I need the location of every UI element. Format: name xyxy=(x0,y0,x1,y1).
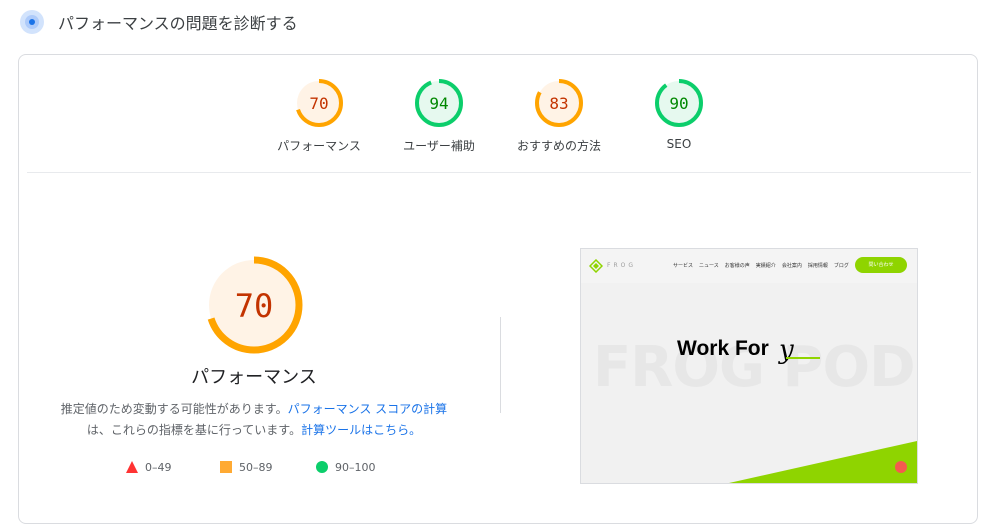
screenshot-navbar: FROG サービス ニュース お客様の声 実績紹介 会社案内 採用情報 ブログ 問い合わせ xyxy=(581,249,917,283)
performance-title: パフォーマンス xyxy=(191,367,317,388)
gauge-accessibility-ring: 94 xyxy=(415,79,463,127)
gauge-accessibility-label: ユーザー補助 xyxy=(403,139,475,153)
screenshot-badge-icon xyxy=(895,461,907,473)
gauge-best-practices-label: おすすめの方法 xyxy=(516,139,601,153)
page-title: パフォーマンスの問題を診断する xyxy=(58,14,298,33)
legend-fail-range: 0–49 xyxy=(145,461,172,474)
gauge-performance[interactable]: 70 パフォーマンス xyxy=(254,77,384,154)
gauge-seo-score: 90 xyxy=(669,94,688,113)
gauge-performance-ring: 70 xyxy=(295,79,343,127)
performance-gauge: 70 xyxy=(205,256,303,354)
gauge-seo[interactable]: 90 SEO xyxy=(614,77,744,151)
screenshot-brand: FROG xyxy=(607,262,636,269)
performance-summary: 70 パフォーマンス 推定値のため変動する可能性があります。パフォーマンス スコ… xyxy=(49,255,459,441)
performance-description: 推定値のため変動する可能性があります。パフォーマンス スコアの計算 は、これらの… xyxy=(49,399,459,441)
screenshot-hero-underline xyxy=(786,357,820,359)
legend-average-range: 50–89 xyxy=(239,461,273,474)
gauge-seo-label: SEO xyxy=(666,137,692,151)
score-calculation-link[interactable]: パフォーマンス スコアの計算 xyxy=(288,402,448,416)
vertical-separator xyxy=(500,317,501,413)
screenshot-green-wedge xyxy=(729,441,917,483)
triangle-icon xyxy=(126,461,138,473)
screenshot-hero-text: Work For xyxy=(677,337,769,360)
legend-pass-range: 90–100 xyxy=(335,461,376,474)
performance-score: 70 xyxy=(235,287,274,325)
screenshot-menu-item: お客様の声 xyxy=(724,263,750,269)
gauge-seo-ring: 90 xyxy=(655,79,703,127)
page-header: パフォーマンスの問題を診断する xyxy=(0,0,1004,44)
category-gauges: 70 パフォーマンス 94 ユーザー補助 83 おすすめの方法 90 SEO xyxy=(19,55,979,173)
screenshot-menu-item: ニュース xyxy=(699,263,719,269)
gauge-performance-label: パフォーマンス xyxy=(277,139,361,153)
page-screenshot[interactable]: FROG POD FROG サービス ニュース お客様の声 実績紹介 会社案内 採用情報ブ… xyxy=(580,248,918,484)
gauge-accessibility[interactable]: 94 ユーザー補助 xyxy=(374,77,504,154)
gauge-accessibility-score: 94 xyxy=(429,94,448,113)
calculator-link[interactable]: 計算ツールはこちら。 xyxy=(301,423,421,437)
screenshot-menu-item: ブログ xyxy=(833,263,849,269)
screenshot-menu: サービス ニュース お客様の声 実績紹介 会社案内 採用情報 ブログ xyxy=(673,262,855,269)
desc-text-2: は、これらの指標を基に行っています。 xyxy=(86,423,302,437)
circle-icon xyxy=(316,461,328,473)
screenshot-hero-script: y xyxy=(779,335,794,365)
gauge-best-practices-score: 83 xyxy=(549,94,568,113)
screenshot-menu-item: 実績紹介 xyxy=(755,263,776,269)
screenshot-menu-item: 採用情報 xyxy=(807,263,828,269)
gauge-performance-score: 70 xyxy=(309,94,328,113)
section-divider xyxy=(27,172,971,173)
report-card: 70 パフォーマンス 94 ユーザー補助 83 おすすめの方法 90 SEO 7… xyxy=(18,54,978,524)
diagnostic-gauge-icon xyxy=(20,10,44,34)
frog-logo-icon xyxy=(589,259,603,273)
square-icon xyxy=(220,461,232,473)
screenshot-menu-item: サービス xyxy=(673,263,694,269)
desc-text-1: 推定値のため変動する可能性があります。 xyxy=(60,402,288,416)
gauge-best-practices[interactable]: 83 おすすめの方法 xyxy=(494,77,624,154)
gauge-best-practices-ring: 83 xyxy=(535,79,583,127)
screenshot-contact-button: 問い合わせ xyxy=(855,257,907,273)
screenshot-menu-item: 会社案内 xyxy=(781,263,802,269)
